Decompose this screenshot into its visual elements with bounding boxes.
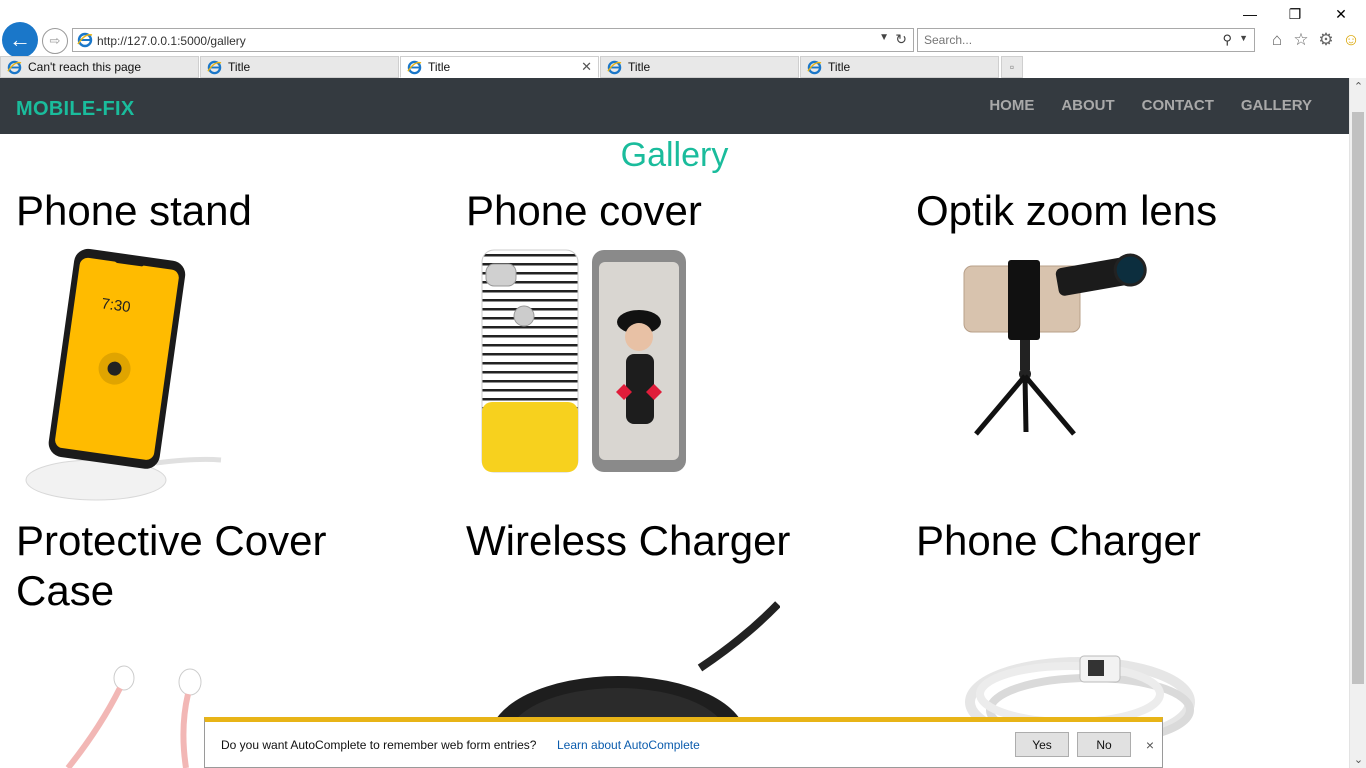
scroll-up-icon[interactable]: ⌃: [1350, 78, 1366, 95]
phone-stand-image: 7:30: [25, 248, 222, 501]
new-tab-icon: ▫: [1009, 60, 1015, 74]
site-nav-links: HOME ABOUT CONTACT GALLERY: [962, 97, 1312, 114]
gallery-item-zoom-lens: Optik zoom lens: [916, 186, 1346, 236]
tab-title-active[interactable]: Title ✕: [400, 56, 599, 78]
tab-label: Title: [828, 60, 851, 74]
learn-about-autocomplete-link[interactable]: Learn about AutoComplete: [557, 738, 700, 752]
ie-page-icon: [77, 32, 93, 48]
autocomplete-message: Do you want AutoComplete to remember web…: [221, 738, 537, 752]
tab-title-1[interactable]: Title: [200, 56, 399, 78]
tab-strip: Can't reach this page Title Title ✕ Titl…: [0, 56, 1366, 78]
address-url[interactable]: http://127.0.0.1:5000/gallery: [97, 34, 246, 48]
gallery-title: Gallery: [620, 136, 729, 174]
item-title: Phone Charger: [916, 517, 1201, 564]
nav-link-home[interactable]: HOME: [989, 97, 1034, 114]
forward-button[interactable]: ⇨: [42, 28, 68, 54]
nav-link-gallery[interactable]: GALLERY: [1241, 97, 1312, 114]
back-arrow-icon: ←: [9, 27, 31, 52]
gallery-item-phone-charger: Phone Charger: [916, 516, 1346, 566]
page-scrollbar[interactable]: ⌃ ⌄: [1349, 78, 1366, 768]
ie-tab-icon: [407, 60, 422, 74]
gallery-item-wireless-charger: Wireless Charger: [466, 516, 896, 566]
protective-case-image: [65, 665, 202, 768]
scrollbar-thumb[interactable]: [1352, 112, 1364, 684]
browser-navigation-bar: ← ⇨ http://127.0.0.1:5000/gallery ▼ ↻ ⚲ …: [0, 22, 1366, 58]
item-title: Phone cover: [466, 187, 702, 234]
tab-title-3[interactable]: Title: [600, 56, 799, 78]
phone-cover-image: [481, 249, 686, 473]
refresh-icon[interactable]: ↻: [895, 31, 907, 48]
search-icon[interactable]: ⚲: [1222, 32, 1232, 48]
ie-tab-icon: [207, 60, 222, 74]
home-icon[interactable]: ⌂: [1266, 29, 1288, 51]
gallery-item-phone-stand: Phone stand: [16, 186, 446, 236]
scroll-down-icon[interactable]: ⌄: [1350, 751, 1366, 768]
zoom-lens-image: [963, 253, 1147, 436]
ie-tab-icon: [807, 60, 822, 74]
tab-close-icon[interactable]: ✕: [581, 59, 592, 75]
item-title: Wireless Charger: [466, 517, 791, 564]
site-brand[interactable]: MOBILE-FIX: [16, 98, 135, 121]
back-button[interactable]: ←: [2, 22, 38, 58]
site-navbar: MOBILE-FIX HOME ABOUT CONTACT GALLERY: [0, 78, 1349, 134]
search-dropdown-icon[interactable]: ▼: [1239, 33, 1248, 43]
autocomplete-yes-button[interactable]: Yes: [1015, 732, 1069, 757]
tab-title-4[interactable]: Title: [800, 56, 999, 78]
autocomplete-notification-bar: Do you want AutoComplete to remember web…: [204, 717, 1163, 768]
tab-label: Title: [628, 60, 651, 74]
ie-tab-icon: [7, 60, 22, 74]
nav-link-about[interactable]: ABOUT: [1061, 97, 1114, 114]
tab-cant-reach[interactable]: Can't reach this page: [0, 56, 199, 78]
gallery-item-protective-case: Protective Cover Case: [16, 516, 436, 616]
item-title: Optik zoom lens: [916, 187, 1218, 234]
nav-link-contact[interactable]: CONTACT: [1142, 97, 1214, 114]
page-viewport: MOBILE-FIX HOME ABOUT CONTACT GALLERY Ga…: [0, 78, 1349, 768]
tab-label: Can't reach this page: [28, 60, 142, 74]
close-notification-icon[interactable]: ×: [1146, 737, 1154, 753]
search-input[interactable]: [924, 32, 1214, 48]
gallery-item-phone-cover: Phone cover: [466, 186, 896, 236]
new-tab-button[interactable]: ▫: [1001, 56, 1023, 78]
item-title: Phone stand: [16, 187, 252, 234]
search-box[interactable]: ⚲ ▼: [917, 28, 1255, 52]
tab-label: Title: [228, 60, 251, 74]
autocomplete-no-button[interactable]: No: [1077, 732, 1131, 757]
feedback-smiley-icon[interactable]: ☺: [1340, 29, 1362, 51]
favorites-star-icon[interactable]: ☆: [1290, 29, 1312, 51]
address-dropdown-icon[interactable]: ▼: [879, 32, 889, 43]
item-title: Protective Cover Case: [16, 517, 327, 614]
tab-label: Title: [428, 60, 451, 74]
forward-arrow-icon: ⇨: [49, 33, 61, 48]
settings-gear-icon[interactable]: ⚙: [1315, 29, 1337, 51]
address-bar[interactable]: http://127.0.0.1:5000/gallery ▼ ↻: [72, 28, 914, 52]
ie-tab-icon: [607, 60, 622, 74]
